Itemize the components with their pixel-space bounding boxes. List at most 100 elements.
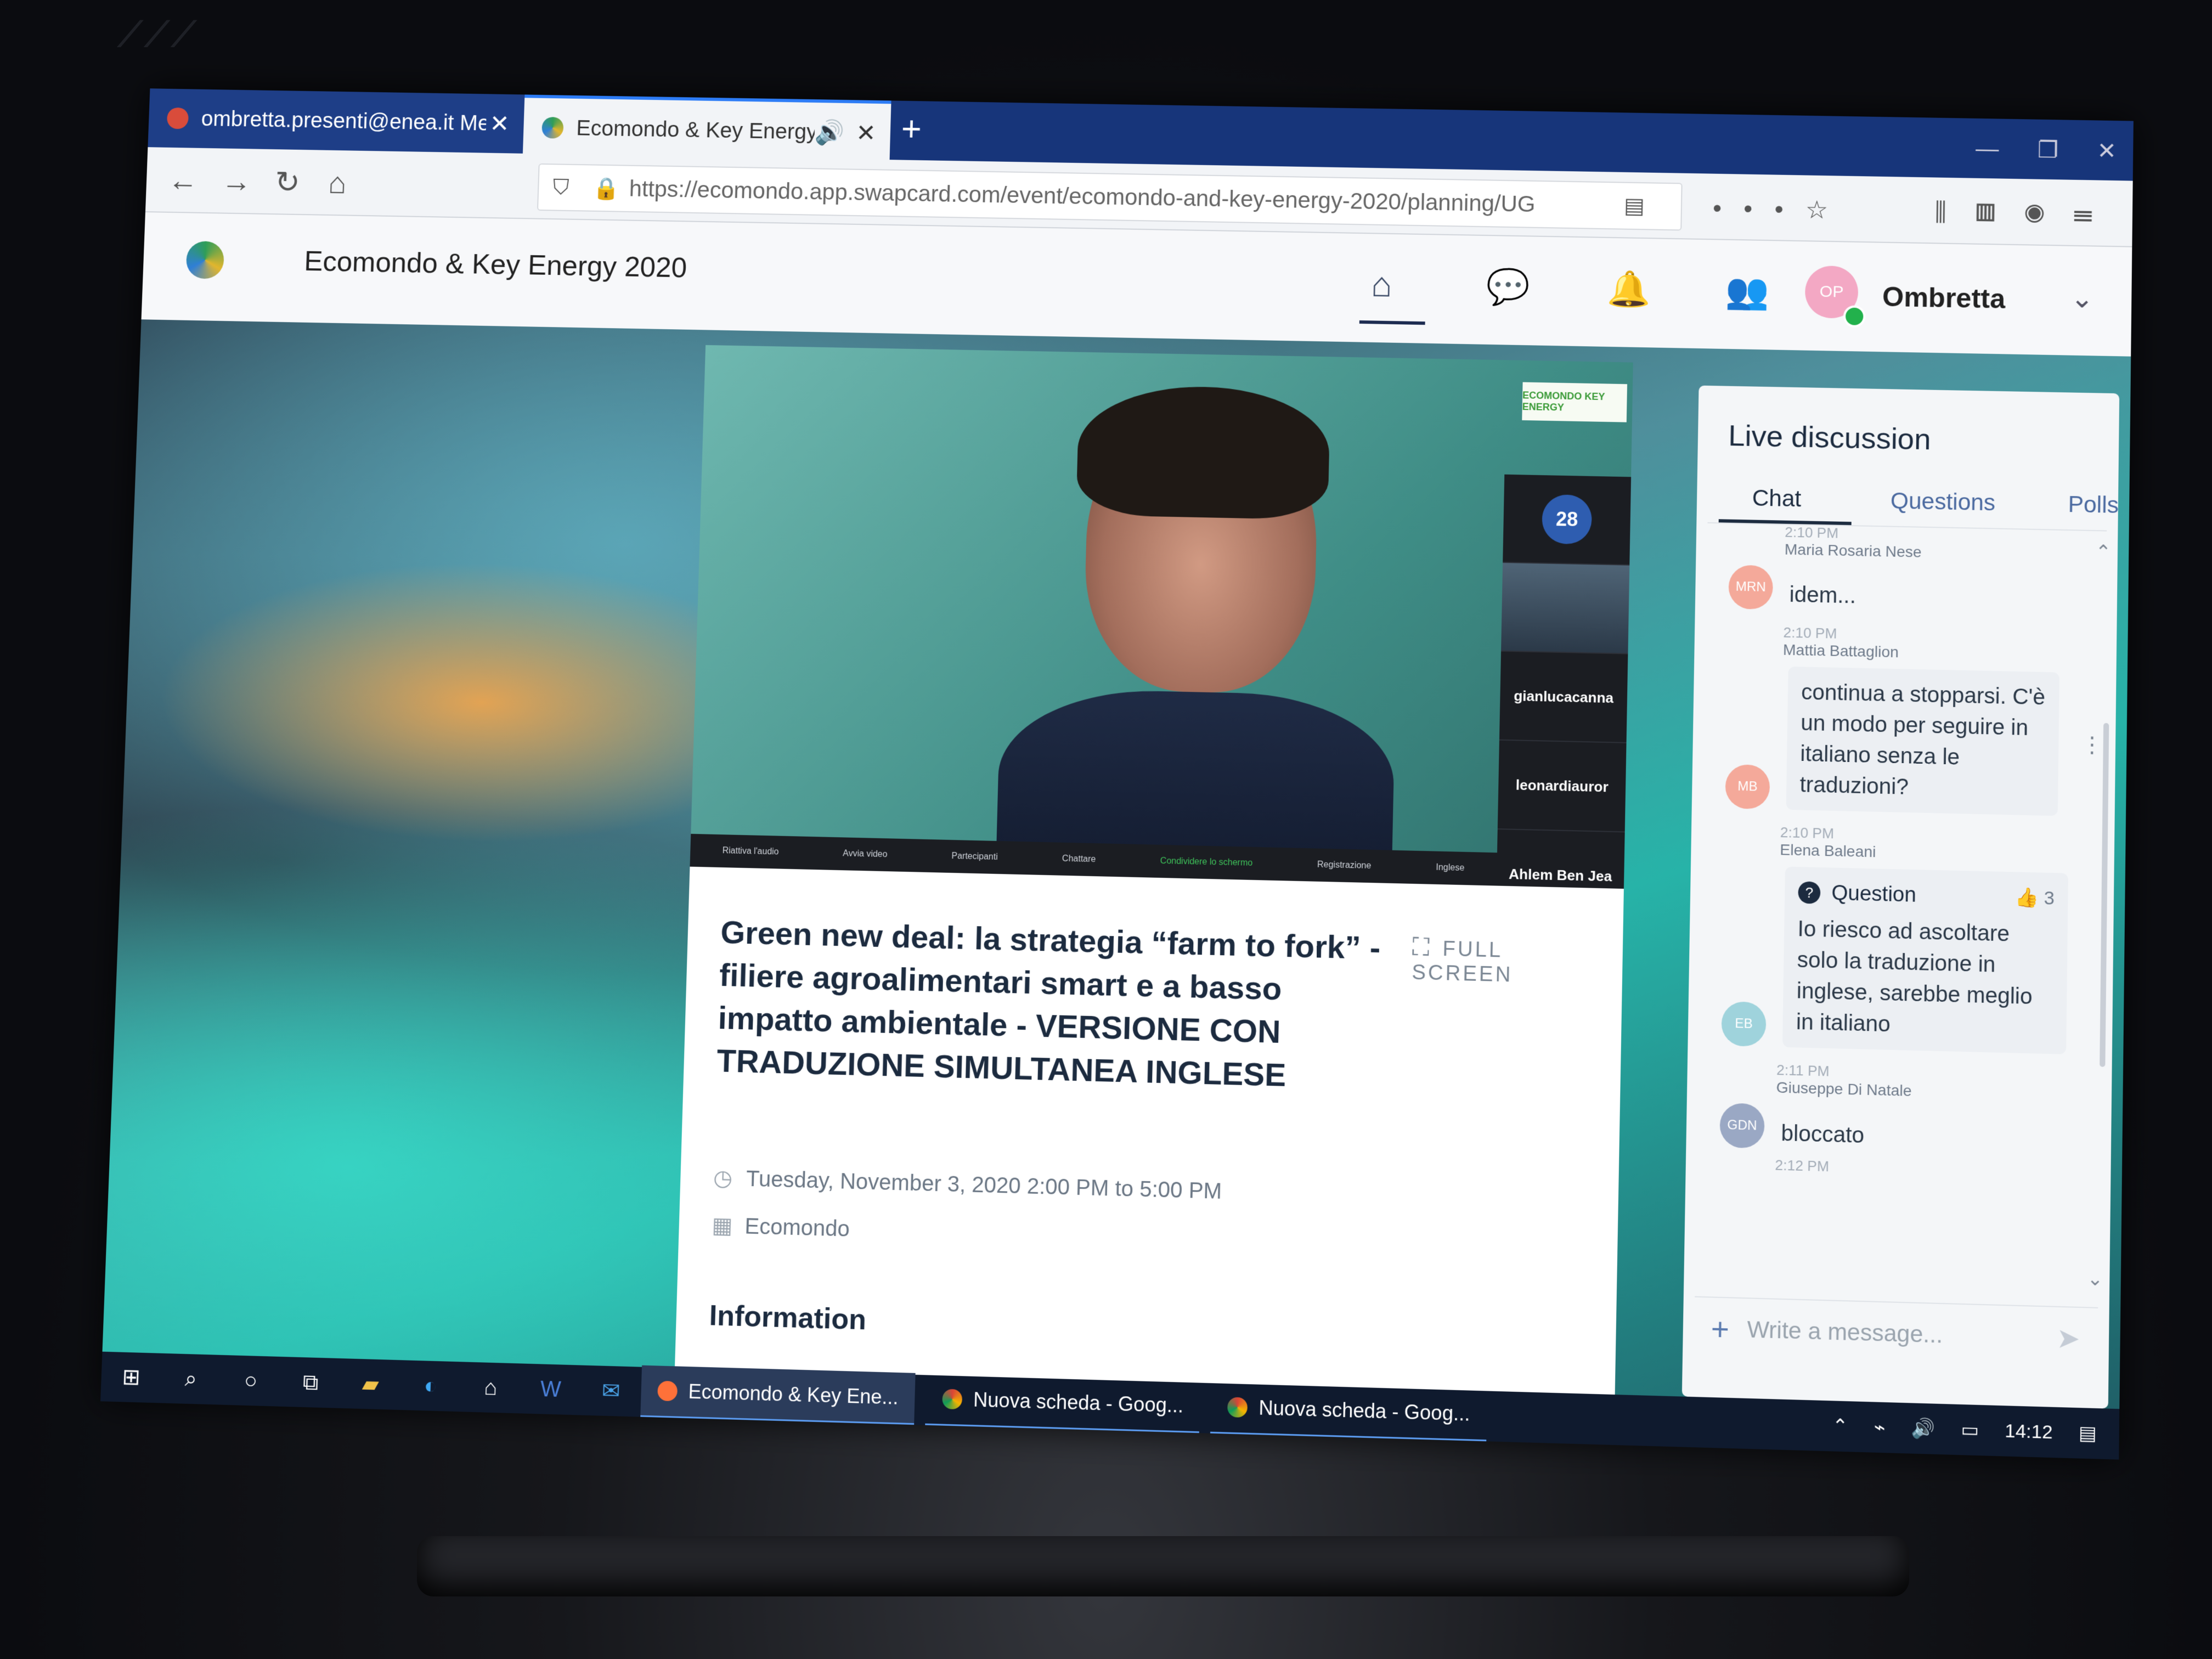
chevron-down-icon[interactable]: ⌄ bbox=[2070, 282, 2094, 314]
start-video-button[interactable]: Avvia video bbox=[843, 849, 888, 860]
firefox-icon bbox=[657, 1380, 678, 1402]
network-icon[interactable]: ⌁ bbox=[1874, 1416, 1886, 1439]
close-tab-icon[interactable]: ✕ bbox=[852, 119, 880, 147]
scroll-down-icon[interactable]: ⌄ bbox=[2087, 1268, 2103, 1291]
chat-message: 2:10 PM Maria Rosaria Nese MRN idem... bbox=[1706, 522, 2107, 617]
like-button[interactable]: 👍 3 bbox=[2015, 882, 2055, 914]
file-explorer-icon[interactable]: ▰ bbox=[340, 1370, 401, 1398]
url-text[interactable]: https://ecomondo.app.swapcard.com/event/… bbox=[629, 176, 1624, 219]
online-status-dot bbox=[1843, 305, 1866, 328]
message-text: Io riesco ad ascoltare solo la traduzion… bbox=[1796, 916, 2033, 1037]
clock[interactable]: 14:12 bbox=[2005, 1420, 2053, 1443]
active-nav-indicator bbox=[1359, 320, 1425, 325]
address-bar[interactable]: ⛉ 🔒 https://ecomondo.app.swapcard.com/ev… bbox=[537, 163, 1683, 231]
battery-icon[interactable]: ▭ bbox=[1961, 1419, 1979, 1442]
mail-icon[interactable]: ✉ bbox=[580, 1378, 641, 1405]
new-tab-button[interactable]: + bbox=[901, 109, 922, 149]
unmute-button[interactable]: Riattiva l'audio bbox=[722, 846, 778, 857]
notifications-bell-icon[interactable]: 🔔 bbox=[1606, 268, 1651, 310]
volume-icon[interactable]: 🔊 bbox=[1911, 1417, 1936, 1440]
chat-message: 2:11 PM Giuseppe Di Natale GDN bloccato … bbox=[1697, 1059, 2101, 1182]
chevron-up-icon[interactable]: ⌃ bbox=[1832, 1415, 1848, 1438]
message-text: bloccato bbox=[1781, 1121, 1865, 1148]
edge-icon[interactable]: ◐ bbox=[400, 1373, 461, 1400]
close-window-icon[interactable]: ✕ bbox=[2097, 137, 2117, 164]
live-discussion-panel: Live discussion Chat Questions Polls ⌃ 2… bbox=[1681, 385, 2120, 1409]
close-tab-icon[interactable]: ✕ bbox=[486, 110, 514, 138]
chat-button[interactable]: Chattare bbox=[1062, 854, 1096, 865]
tab-chat[interactable]: Chat bbox=[1752, 485, 1801, 512]
laptop-screen: ombretta.presenti@enea.it Me ✕ Ecomondo … bbox=[100, 88, 2134, 1460]
search-icon[interactable]: ⌕ bbox=[161, 1365, 222, 1392]
event-title[interactable]: Ecomondo & Key Energy 2020 bbox=[303, 245, 687, 284]
avatar[interactable]: MRN bbox=[1728, 565, 1774, 610]
participant-tile: Ahlem Ben Jea bbox=[1496, 830, 1625, 889]
task-view-icon[interactable]: ⧉ bbox=[280, 1369, 341, 1396]
reload-icon[interactable]: ↻ bbox=[274, 164, 301, 200]
grid-icon: ▦ bbox=[712, 1213, 733, 1238]
lock-icon[interactable]: 🔒 bbox=[592, 176, 620, 201]
home-nav-icon[interactable]: ⌂ bbox=[1370, 264, 1392, 305]
word-icon[interactable]: W bbox=[520, 1376, 581, 1403]
taskbar-app-chrome[interactable]: Nuova scheda - Goog... bbox=[925, 1373, 1201, 1435]
chat-message: 2:10 PM Mattia Battaglion MB continua a … bbox=[1703, 623, 2106, 817]
share-screen-button[interactable]: Condividere lo schermo bbox=[1160, 856, 1253, 868]
session-organizer-row: ▦ Ecomondo bbox=[712, 1213, 1595, 1262]
participants-strip: 28 gianlucacanna leonardiauror Ahlem Ben… bbox=[1496, 474, 1632, 889]
expand-icon: ⛶ bbox=[1412, 933, 1432, 961]
taskbar-app-chrome[interactable]: Nuova scheda - Goog... bbox=[1210, 1381, 1487, 1443]
video-player[interactable]: ECOMONDO KEY ENERGY 28 gianlucacanna leo… bbox=[690, 345, 1633, 889]
notification-center-icon[interactable]: ▤ bbox=[2078, 1422, 2096, 1445]
taskbar-app-firefox[interactable]: Ecomondo & Key Ene... bbox=[640, 1365, 916, 1427]
forward-icon[interactable]: → bbox=[221, 163, 252, 199]
speaker-icon[interactable]: 🔊 bbox=[814, 118, 844, 146]
cortana-icon[interactable]: ○ bbox=[221, 1368, 281, 1394]
avatar[interactable]: GDN bbox=[1719, 1103, 1765, 1149]
chat-message: 2:10 PM Elena Baleani EB ? Question 👍 3 … bbox=[1699, 822, 2103, 1056]
send-icon[interactable]: ➤ bbox=[2056, 1322, 2080, 1355]
fullscreen-button[interactable]: ⛶ FULL SCREEN bbox=[1412, 933, 1601, 989]
toolbar-right-icons[interactable]: ⫼▥◉☰ bbox=[1934, 197, 2121, 230]
restore-icon[interactable]: ❐ bbox=[2038, 136, 2059, 163]
taskbar-app-label: Nuova scheda - Goog... bbox=[973, 1388, 1184, 1417]
participant-tile: 28 bbox=[1503, 474, 1632, 566]
more-options-icon[interactable]: ⋮ bbox=[2081, 732, 2103, 758]
speaker-video-feed bbox=[995, 383, 1396, 889]
taskbar-app-label: Ecomondo & Key Ene... bbox=[688, 1380, 899, 1409]
language-button[interactable]: Inglese bbox=[1436, 863, 1464, 873]
tab-ecomondo[interactable]: Ecomondo & Key Energy 20 🔊 ✕ bbox=[522, 94, 891, 163]
chat-nav-icon[interactable]: 💬 bbox=[1486, 266, 1530, 308]
page-actions-icon[interactable]: •••☆ bbox=[1713, 193, 1850, 225]
home-icon[interactable]: ⌂ bbox=[328, 165, 347, 200]
back-icon[interactable]: ← bbox=[167, 162, 199, 198]
participant-tile: leonardiauror bbox=[1497, 740, 1627, 833]
chrome-icon bbox=[942, 1389, 963, 1410]
laptop-keyboard-edge bbox=[417, 1536, 1909, 1596]
reader-view-icon[interactable]: ▤ bbox=[1624, 193, 1667, 219]
avatar[interactable]: EB bbox=[1721, 1001, 1767, 1047]
mail-favicon-icon bbox=[166, 107, 189, 129]
windows-start-icon[interactable]: ⊞ bbox=[101, 1364, 162, 1391]
tab-questions[interactable]: Questions bbox=[1891, 488, 1996, 516]
clock-icon: ◷ bbox=[713, 1165, 733, 1191]
add-attachment-icon[interactable]: + bbox=[1711, 1310, 1729, 1347]
avatar[interactable]: MB bbox=[1725, 764, 1770, 810]
information-heading: Information bbox=[708, 1299, 867, 1336]
people-icon[interactable]: 👥 bbox=[1725, 270, 1769, 312]
message-time: 2:12 PM bbox=[1775, 1156, 1830, 1175]
record-button[interactable]: Registrazione bbox=[1317, 860, 1372, 871]
user-name[interactable]: Ombretta bbox=[1882, 281, 2006, 315]
message-text: continua a stopparsi. C'è un modo per se… bbox=[1786, 666, 2059, 816]
ecomondo-logo-icon[interactable] bbox=[185, 241, 225, 279]
message-input[interactable] bbox=[1746, 1315, 2040, 1352]
session-organizer[interactable]: Ecomondo bbox=[744, 1214, 850, 1242]
tab-mail[interactable]: ombretta.presenti@enea.it Me ✕ bbox=[148, 88, 525, 154]
session-details: Green new deal: la strategia “farm to fo… bbox=[709, 911, 1601, 1357]
minimize-icon[interactable]: — bbox=[1976, 136, 1999, 162]
participants-button[interactable]: Partecipanti bbox=[951, 851, 998, 862]
shield-icon[interactable]: ⛉ bbox=[552, 175, 569, 200]
store-icon[interactable]: ⌂ bbox=[460, 1374, 521, 1401]
tab-polls[interactable]: Polls bbox=[2068, 491, 2119, 518]
participant-tile: gianlucacanna bbox=[1499, 651, 1628, 743]
like-count: 3 bbox=[2044, 887, 2055, 909]
